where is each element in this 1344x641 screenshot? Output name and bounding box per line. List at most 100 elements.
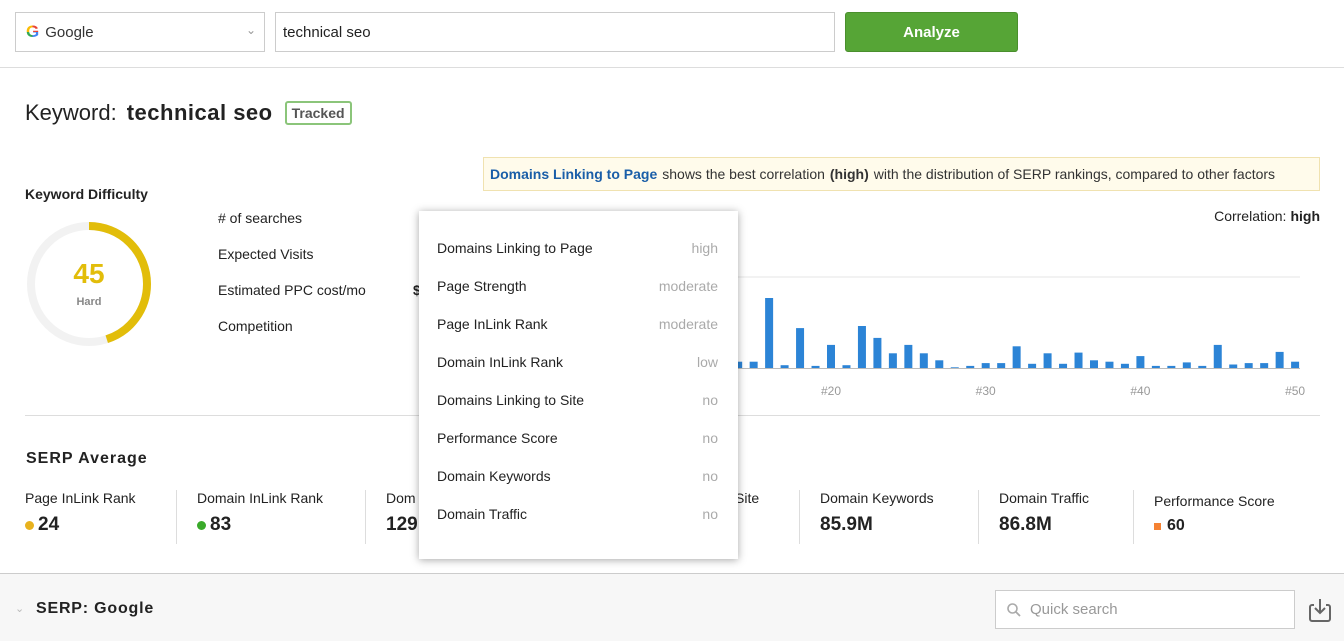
chart-bar-41[interactable] (1151, 365, 1160, 368)
dropdown-item-correlation: moderate (658, 278, 718, 294)
chart-bar-23[interactable] (873, 337, 882, 368)
chart-bar-49[interactable] (1275, 351, 1284, 368)
chart-bar-42[interactable] (1167, 365, 1176, 368)
chart-bar-35[interactable] (1059, 363, 1068, 368)
avg-page-inlink-rank: Page InLink Rank 24 (25, 490, 136, 544)
chart-bar-21[interactable] (842, 365, 851, 368)
difficulty-label: Hard (76, 296, 102, 308)
x-tick-label: #40 (1130, 384, 1150, 398)
dropdown-item[interactable]: Domains Linking to Site no (437, 392, 718, 408)
chart-bar-15[interactable] (749, 361, 758, 368)
chart-bar-31[interactable] (997, 363, 1006, 368)
avg-domains-linking-to-page: Dom 129 (386, 490, 418, 544)
chart-bar-47[interactable] (1244, 363, 1253, 368)
search-engine-label: Google (45, 23, 94, 41)
chart-bar-34[interactable] (1043, 353, 1052, 368)
chart-bar-16[interactable] (765, 298, 774, 368)
serp-section-header: ⌄ SERP: Google (0, 573, 1344, 641)
avg-value: 24 (38, 514, 60, 535)
chart-bar-45[interactable] (1213, 344, 1222, 368)
dropdown-item[interactable]: Domain Traffic no (437, 506, 718, 522)
analyze-button[interactable]: Analyze (845, 12, 1018, 52)
chart-bar-40[interactable] (1136, 356, 1145, 368)
chart-bar-32[interactable] (1012, 346, 1021, 368)
chart-bar-18[interactable] (796, 328, 805, 368)
keyword-difficulty-title: Keyword Difficulty (25, 186, 148, 202)
chart-bar-50[interactable] (1291, 361, 1300, 368)
quick-search-input[interactable] (1030, 601, 1280, 618)
dropdown-item[interactable]: Page Strength moderate (437, 278, 718, 294)
dropdown-item[interactable]: Page InLink Rank moderate (437, 316, 718, 332)
correlation-label: Correlation: (1214, 208, 1287, 224)
dropdown-item-label: Page InLink Rank (437, 316, 548, 332)
export-download-icon[interactable] (1306, 596, 1334, 624)
keyword-label: Keyword: (25, 100, 117, 125)
chart-bar-30[interactable] (981, 363, 990, 368)
avg-domain-inlink-rank: Domain InLink Rank 83 (197, 490, 323, 544)
avg-value: 85.9M (820, 514, 873, 535)
keyword-input[interactable] (275, 12, 835, 52)
notice-level: (high) (829, 166, 869, 182)
collapse-chevron-icon[interactable]: ⌄ (15, 602, 24, 615)
chart-bar-46[interactable] (1229, 364, 1238, 369)
chart-bar-44[interactable] (1198, 365, 1207, 368)
avg-value: 129 (386, 514, 418, 535)
avg-label: Page InLink Rank (25, 490, 136, 506)
chart-bar-20[interactable] (827, 344, 835, 368)
avg-performance-score: Performance Score 60 (1154, 493, 1275, 547)
chart-bar-33[interactable] (1028, 363, 1037, 368)
avg-domains-linking-to-site: Site (735, 490, 759, 544)
dropdown-item-correlation: no (702, 392, 718, 408)
chevron-down-icon: ⌄ (245, 23, 256, 37)
avg-label: Performance Score (1154, 493, 1275, 509)
x-tick-label: #30 (976, 384, 996, 398)
chart-bar-27[interactable] (935, 360, 944, 368)
dropdown-item-correlation: high (691, 240, 718, 256)
chart-bar-38[interactable] (1105, 361, 1114, 368)
chart-bar-39[interactable] (1120, 363, 1129, 368)
dropdown-item-label: Domains Linking to Page (437, 240, 593, 256)
notice-factor-link[interactable]: Domains Linking to Page (490, 166, 657, 182)
quick-search-box[interactable] (995, 590, 1295, 629)
status-dot-icon (197, 520, 206, 530)
dropdown-item[interactable]: Domains Linking to Page high (437, 240, 718, 256)
chart-bar-17[interactable] (780, 365, 789, 368)
chart-bar-48[interactable] (1260, 363, 1269, 368)
avg-label: Domain InLink Rank (197, 490, 324, 506)
chart-bar-28[interactable] (950, 367, 959, 368)
x-tick-label: #50 (1285, 384, 1305, 398)
chart-bar-36[interactable] (1074, 352, 1083, 368)
divider (978, 490, 979, 544)
keyword-value: technical seo (126, 100, 273, 125)
dropdown-item-label: Domain Keywords (437, 468, 551, 484)
serp-section-title[interactable]: SERP: Google (36, 600, 154, 618)
metric-competition-label: Competition (218, 318, 293, 334)
dropdown-item-label: Page Strength (437, 278, 527, 294)
divider (176, 490, 177, 544)
correlation-notice: Domains Linking to Page shows the best c… (483, 157, 1320, 191)
chart-bar-43[interactable] (1182, 362, 1191, 368)
x-tick-label: #20 (821, 384, 841, 398)
chart-bar-22[interactable] (857, 326, 866, 368)
dropdown-item[interactable]: Domain Keywords no (437, 468, 718, 484)
avg-domain-keywords: Domain Keywords 85.9M (820, 490, 934, 544)
dropdown-item[interactable]: Performance Score no (437, 430, 718, 446)
notice-text-2: with the distribution of SERP rankings, … (873, 166, 1276, 182)
chart-bar-29[interactable] (966, 365, 975, 368)
avg-label: Domain Traffic (999, 490, 1089, 506)
notice-text: shows the best correlation (662, 166, 825, 182)
tracked-badge[interactable]: Tracked (284, 101, 352, 125)
search-engine-select[interactable]: G Google ⌄ (15, 12, 265, 52)
dropdown-item[interactable]: Domain InLink Rank low (437, 354, 718, 370)
divider (1133, 490, 1134, 544)
chart-bar-24[interactable] (888, 353, 897, 368)
correlation-value: high (1290, 208, 1320, 224)
dropdown-item-correlation: no (702, 430, 718, 446)
chart-bar-19[interactable] (811, 365, 820, 368)
status-square-icon (1154, 522, 1161, 530)
chart-bar-26[interactable] (919, 353, 928, 368)
chart-bar-25[interactable] (904, 344, 913, 368)
divider (799, 490, 800, 544)
chart-bar-37[interactable] (1089, 360, 1098, 368)
dropdown-item-label: Domains Linking to Site (437, 392, 585, 408)
